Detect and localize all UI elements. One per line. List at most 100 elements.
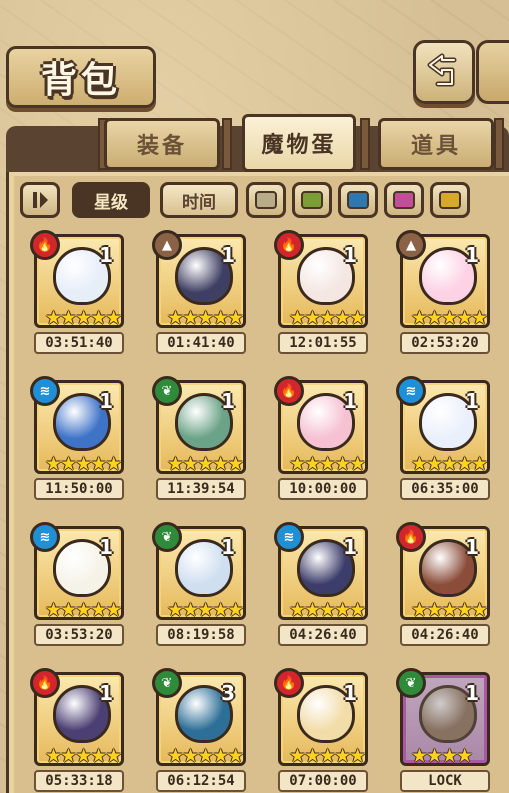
- header-edge: [476, 40, 509, 104]
- wave-icon: ≋: [274, 522, 304, 552]
- egg-count: 1: [221, 243, 235, 267]
- hatch-timer: 04:26:40: [400, 624, 490, 646]
- star-rating: ★★★★★: [289, 745, 365, 766]
- hatch-timer: 04:26:40: [278, 624, 368, 646]
- egg-card[interactable]: 1 ★★★★★ 🔥 04:26:40: [396, 522, 492, 650]
- mountain-icon: ▲: [152, 230, 182, 260]
- star-rating: ★★★★★: [411, 453, 487, 474]
- star-rating: ★★★★★: [411, 599, 487, 620]
- lock-label: LOCK: [400, 770, 490, 792]
- egg-card[interactable]: 1 ★★★★★ ❦ 08:19:58: [152, 522, 248, 650]
- egg-count: 1: [99, 243, 113, 267]
- egg-count: 1: [221, 535, 235, 559]
- color-filter-green[interactable]: [292, 182, 332, 218]
- egg-count: 1: [343, 535, 357, 559]
- tab-items[interactable]: 道具: [378, 118, 494, 170]
- hatch-timer: 01:41:40: [156, 332, 246, 354]
- hatch-timer: 06:35:00: [400, 478, 490, 500]
- flame-icon: 🔥: [274, 376, 304, 406]
- egg-card[interactable]: 1 ★★★★★ 🔥 12:01:55: [274, 230, 370, 358]
- wave-icon: ≋: [30, 522, 60, 552]
- tab-monster-egg[interactable]: 魔物蛋: [242, 114, 356, 172]
- color-filter-pink[interactable]: [384, 182, 424, 218]
- tab-divider: [494, 118, 504, 170]
- star-rating: ★★★★★: [289, 453, 365, 474]
- flame-icon: 🔥: [30, 230, 60, 260]
- star-rating: ★★★★★: [45, 745, 121, 766]
- egg-card[interactable]: 1 ★★★★★ ≋ 06:35:00: [396, 376, 492, 504]
- hatch-timer: 12:01:55: [278, 332, 368, 354]
- leaf-icon: ❦: [152, 376, 182, 406]
- filter-toggle-button[interactable]: [20, 182, 60, 218]
- star-rating: ★★★★★: [167, 745, 243, 766]
- egg-count: 1: [99, 535, 113, 559]
- back-button[interactable]: [413, 40, 475, 104]
- star-rating: ★★★★★: [45, 307, 121, 328]
- egg-count: 1: [465, 389, 479, 413]
- hatch-timer: 05:33:18: [34, 770, 124, 792]
- tab-label: 装备: [136, 134, 187, 159]
- hatch-timer: 10:00:00: [278, 478, 368, 500]
- egg-count: 1: [221, 389, 235, 413]
- egg-count: 3: [221, 681, 235, 705]
- mountain-icon: ▲: [396, 230, 426, 260]
- hatch-timer: 06:12:54: [156, 770, 246, 792]
- leaf-icon: ❦: [396, 668, 426, 698]
- hatch-timer: 11:39:54: [156, 478, 246, 500]
- wave-icon: ≋: [396, 376, 426, 406]
- egg-card[interactable]: 1 ★★★★★ ▲ 02:53:20: [396, 230, 492, 358]
- egg-card[interactable]: 1 ★★★★★ ≋ 04:26:40: [274, 522, 370, 650]
- egg-count: 1: [99, 389, 113, 413]
- star-rating: ★★★★★: [289, 307, 365, 328]
- wave-icon: ≋: [30, 376, 60, 406]
- tab-divider: [360, 118, 370, 170]
- flame-icon: 🔥: [30, 668, 60, 698]
- tab-equipment[interactable]: 装备: [104, 118, 220, 170]
- color-filter-blue[interactable]: [338, 182, 378, 218]
- tab-label: 魔物蛋: [261, 133, 337, 158]
- tab-divider: [222, 118, 232, 170]
- hatch-timer: 02:53:20: [400, 332, 490, 354]
- egg-count: 1: [343, 389, 357, 413]
- egg-card[interactable]: 1 ★★★★★ ≋ 11:50:00: [30, 376, 126, 504]
- hatch-timer: 07:00:00: [278, 770, 368, 792]
- egg-card[interactable]: 1 ★★★★★ 🔥 07:00:00: [274, 668, 370, 793]
- egg-card[interactable]: 1 ★★★★★ 🔥 05:33:18: [30, 668, 126, 793]
- color-filter-gold[interactable]: [430, 182, 470, 218]
- page-title: 背包: [40, 59, 121, 101]
- star-rating: ★★★★: [411, 745, 473, 766]
- sort-by-time-button[interactable]: 时间: [160, 182, 238, 218]
- egg-card[interactable]: 1 ★★★★★ ❦ 11:39:54: [152, 376, 248, 504]
- star-rating: ★★★★★: [45, 453, 121, 474]
- egg-count: 1: [343, 681, 357, 705]
- back-arrow-icon: [427, 53, 457, 87]
- star-rating: ★★★★★: [167, 453, 243, 474]
- star-rating: ★★★★★: [167, 307, 243, 328]
- leaf-icon: ❦: [152, 668, 182, 698]
- color-filter-gray[interactable]: [246, 182, 286, 218]
- hatch-timer: 03:51:40: [34, 332, 124, 354]
- egg-card[interactable]: 3 ★★★★★ ❦ 06:12:54: [152, 668, 248, 793]
- flame-icon: 🔥: [274, 668, 304, 698]
- flame-icon: 🔥: [396, 522, 426, 552]
- hatch-timer: 03:53:20: [34, 624, 124, 646]
- egg-count: 1: [343, 243, 357, 267]
- egg-card[interactable]: 1 ★★★★★ 🔥 10:00:00: [274, 376, 370, 504]
- tab-label: 道具: [410, 134, 461, 159]
- hatch-timer: 08:19:58: [156, 624, 246, 646]
- star-rating: ★★★★★: [167, 599, 243, 620]
- sort-by-star-button[interactable]: 星级: [72, 182, 150, 218]
- page-title-plate: 背包: [6, 46, 156, 108]
- star-rating: ★★★★★: [411, 307, 487, 328]
- egg-card[interactable]: 1 ★★★★★ ≋ 03:53:20: [30, 522, 126, 650]
- egg-card[interactable]: 1 ★★★★★ ▲ 01:41:40: [152, 230, 248, 358]
- star-rating: ★★★★★: [289, 599, 365, 620]
- toggle-icon: [33, 192, 48, 208]
- leaf-icon: ❦: [152, 522, 182, 552]
- egg-count: 1: [465, 535, 479, 559]
- egg-count: 1: [465, 681, 479, 705]
- egg-card[interactable]: 1 ★★★★ ❦ LOCK: [396, 668, 492, 793]
- flame-icon: 🔥: [274, 230, 304, 260]
- star-rating: ★★★★★: [45, 599, 121, 620]
- egg-card[interactable]: 1 ★★★★★ 🔥 03:51:40: [30, 230, 126, 358]
